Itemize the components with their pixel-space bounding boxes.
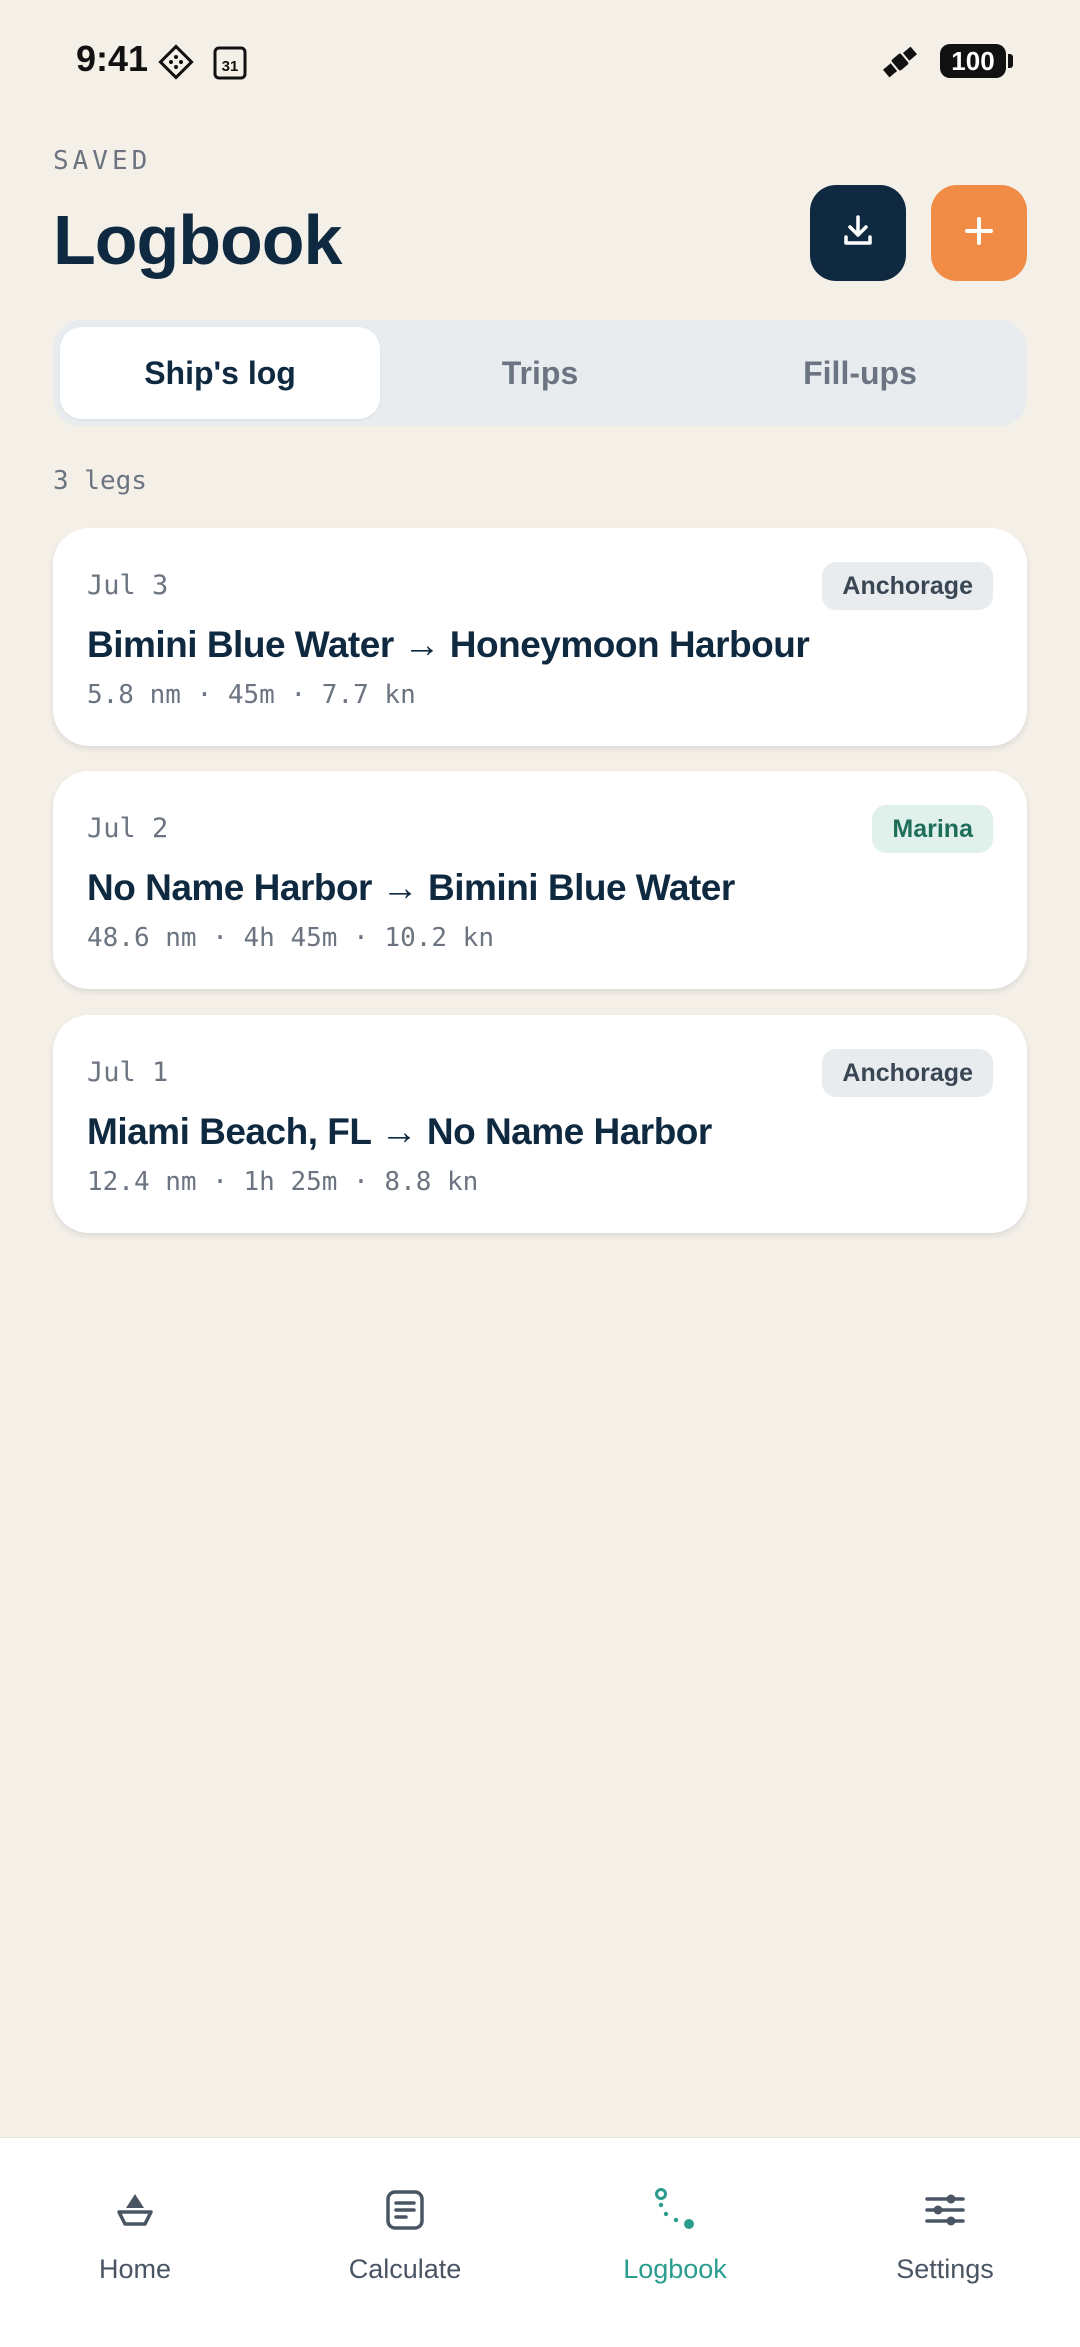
route-icon	[651, 2186, 699, 2234]
boat-icon	[111, 2186, 159, 2234]
leg-stats: 48.6 nm · 4h 45m · 10.2 kn	[87, 923, 494, 953]
download-icon	[838, 211, 878, 256]
section-overline: SAVED	[53, 146, 152, 176]
leg-card[interactable]: Jul 1 Anchorage Miami Beach, FL → No Nam…	[53, 1015, 1027, 1233]
leg-route: Miami Beach, FL → No Name Harbor	[87, 1111, 712, 1152]
leg-card[interactable]: Jul 3 Anchorage Bimini Blue Water → Hone…	[53, 528, 1027, 746]
tab-ships-log[interactable]: Ship's log	[60, 327, 380, 419]
leg-stats: 12.4 nm · 1h 25m · 8.8 kn	[87, 1167, 479, 1197]
page-title: Logbook	[53, 201, 342, 279]
leg-stats: 5.8 nm · 45m · 7.7 kn	[87, 680, 416, 710]
nav-label: Calculate	[348, 2254, 462, 2284]
nav-label: Logbook	[623, 2254, 727, 2284]
download-button[interactable]	[810, 185, 906, 281]
leg-type-badge: Anchorage	[822, 562, 993, 610]
calendar-icon: 31	[213, 44, 247, 85]
battery-icon: 100	[940, 44, 1013, 78]
calendar-day: 31	[222, 58, 239, 75]
leg-route: No Name Harbor → Bimini Blue Water	[87, 867, 735, 908]
nav-item-settings[interactable]: Settings	[810, 2138, 1080, 2347]
plus-icon	[961, 213, 997, 254]
nav-item-logbook[interactable]: Logbook	[540, 2138, 810, 2347]
sliders-icon	[921, 2186, 969, 2234]
navigation-diamond-icon	[158, 44, 194, 85]
logbook-tabs: Ship's log Trips Fill-ups	[53, 320, 1027, 426]
leg-date: Jul 1	[87, 1057, 169, 1088]
legs-count: 3 legs	[53, 466, 147, 496]
tab-trips[interactable]: Trips	[380, 327, 700, 419]
nav-item-calculate[interactable]: Calculate	[270, 2138, 540, 2347]
status-bar: 9:41 31 100	[0, 0, 1080, 120]
nav-label: Settings	[896, 2254, 994, 2284]
calculator-icon	[381, 2186, 429, 2234]
leg-type-badge: Anchorage	[822, 1049, 993, 1097]
leg-date: Jul 3	[87, 570, 169, 601]
satellite-icon	[880, 44, 920, 85]
leg-date: Jul 2	[87, 813, 169, 844]
nav-item-home[interactable]: Home	[0, 2138, 270, 2347]
leg-type-badge: Marina	[872, 805, 993, 853]
add-leg-button[interactable]	[931, 185, 1027, 281]
nav-label: Home	[98, 2254, 172, 2284]
tab-fill-ups[interactable]: Fill-ups	[700, 327, 1020, 419]
leg-route: Bimini Blue Water → Honeymoon Harbour	[87, 624, 810, 665]
leg-card[interactable]: Jul 2 Marina No Name Harbor → Bimini Blu…	[53, 771, 1027, 989]
bottom-nav: Home Calculate Logbook Settings	[0, 2137, 1080, 2347]
status-time: 9:41	[76, 38, 149, 79]
